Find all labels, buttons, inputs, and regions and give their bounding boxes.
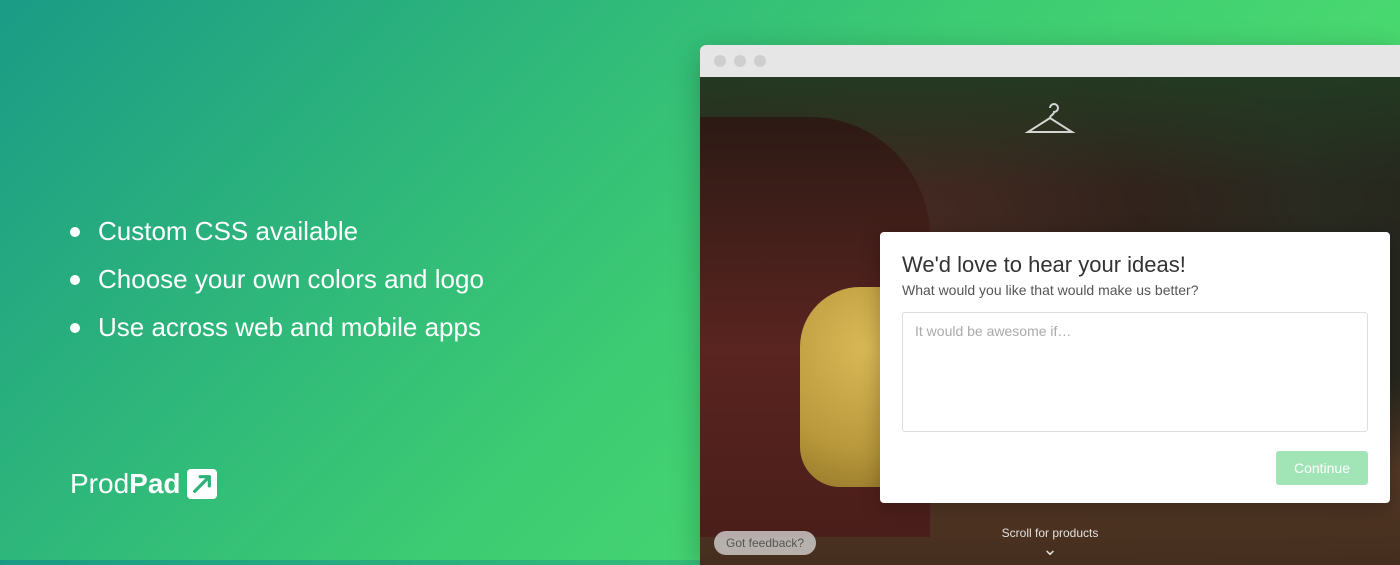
- app-viewport: We'd love to hear your ideas! What would…: [700, 77, 1400, 565]
- bullet-item: Choose your own colors and logo: [70, 263, 630, 297]
- prodpad-arrow-icon: [187, 469, 217, 499]
- bullet-text: Use across web and mobile apps: [98, 311, 481, 345]
- feedback-title: We'd love to hear your ideas!: [902, 252, 1368, 278]
- prodpad-logo: ProdPad: [70, 468, 217, 500]
- browser-window: We'd love to hear your ideas! What would…: [700, 45, 1400, 565]
- continue-button[interactable]: Continue: [1276, 451, 1368, 485]
- brand-text-prod: Prod: [70, 468, 129, 500]
- scroll-hint-label: Scroll for products: [1002, 526, 1099, 540]
- feedback-input[interactable]: [902, 312, 1368, 432]
- browser-titlebar: [700, 45, 1400, 77]
- got-feedback-button[interactable]: Got feedback?: [714, 531, 816, 555]
- bullet-text: Custom CSS available: [98, 215, 358, 249]
- hanger-icon: [1022, 102, 1078, 143]
- marketing-copy: Custom CSS available Choose your own col…: [0, 0, 700, 560]
- chevron-down-icon: ⌄: [1002, 544, 1099, 555]
- window-dot-icon: [714, 55, 726, 67]
- feature-bullets: Custom CSS available Choose your own col…: [70, 201, 630, 358]
- brand-text-pad: Pad: [129, 468, 180, 500]
- feedback-actions: Continue: [902, 451, 1368, 485]
- bullet-text: Choose your own colors and logo: [98, 263, 484, 297]
- feedback-subtitle: What would you like that would make us b…: [902, 282, 1368, 298]
- window-dot-icon: [754, 55, 766, 67]
- bullet-item: Custom CSS available: [70, 215, 630, 249]
- feedback-card: We'd love to hear your ideas! What would…: [880, 232, 1390, 503]
- window-dot-icon: [734, 55, 746, 67]
- bullet-item: Use across web and mobile apps: [70, 311, 630, 345]
- scroll-hint: Scroll for products ⌄: [1002, 526, 1099, 555]
